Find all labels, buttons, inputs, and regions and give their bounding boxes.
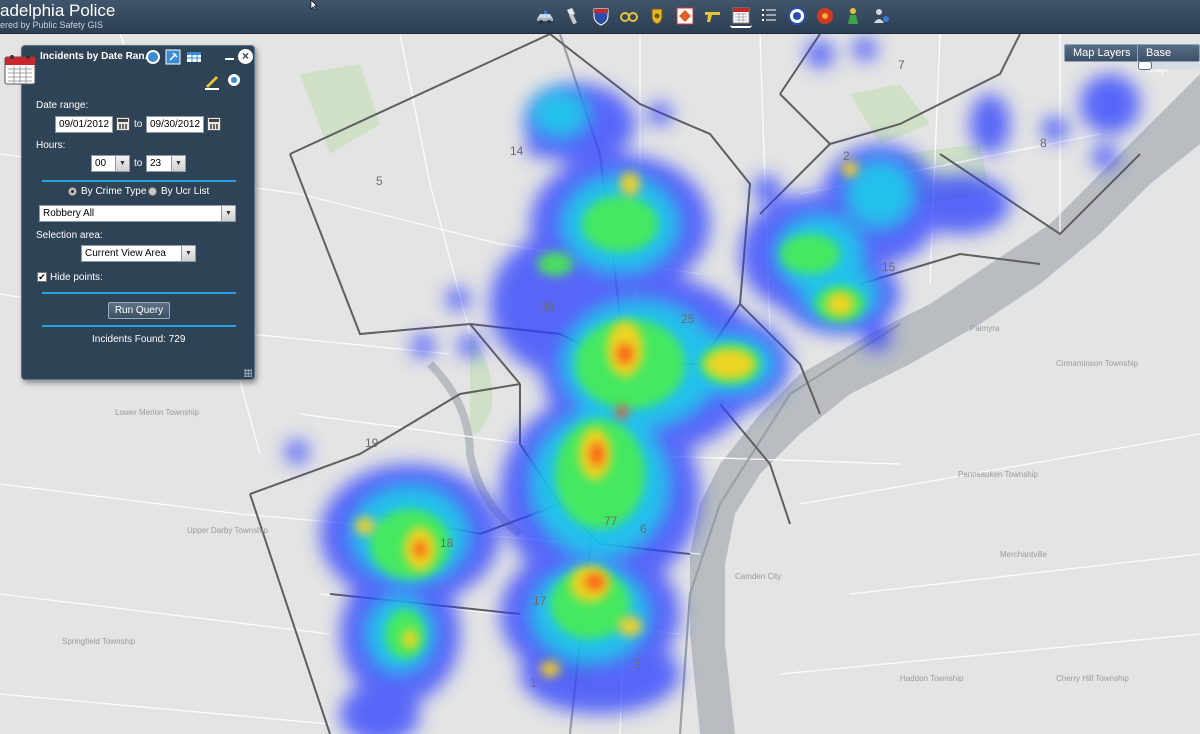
- incidents-found-text: Incidents Found: 729: [92, 334, 186, 345]
- calendar-icon[interactable]: [730, 4, 752, 28]
- chevron-down-icon[interactable]: ▼: [221, 206, 235, 221]
- district-label-3: 3: [634, 656, 641, 670]
- resize-grip[interactable]: [244, 369, 252, 377]
- calendar-icon: [4, 55, 36, 85]
- close-button[interactable]: ×: [238, 49, 253, 64]
- place-label-pennsauken: Pennsauken Township: [958, 470, 1038, 479]
- district-label-5: 5: [376, 174, 383, 188]
- date-to-label: to: [134, 119, 143, 130]
- date-to-calendar-icon[interactable]: [207, 117, 221, 131]
- district-label-2: 2: [843, 149, 850, 163]
- slider-handle[interactable]: [1138, 61, 1152, 70]
- district-label-25: 25: [681, 312, 695, 326]
- district-label-14: 14: [510, 144, 524, 158]
- date-from-calendar-icon[interactable]: [116, 117, 130, 131]
- place-label-cherry-hill: Cherry Hill Township: [1056, 674, 1129, 683]
- app-title: adelphia Police: [0, 1, 116, 20]
- sunburst-icon[interactable]: [814, 4, 836, 28]
- selection-area-label: Selection area:: [36, 230, 103, 241]
- map-layers-button[interactable]: Map Layers: [1064, 44, 1140, 62]
- query-tab-icon[interactable]: [203, 72, 221, 90]
- basemap-opacity-slider[interactable]: [1138, 61, 1200, 70]
- place-label-lower-merion: Lower Merion Township: [115, 408, 199, 417]
- seal-icon[interactable]: [786, 4, 808, 28]
- district-label-39: 39: [541, 300, 555, 314]
- date-to-field[interactable]: 09/30/2012: [146, 116, 204, 133]
- divider: [42, 325, 236, 327]
- divider: [42, 180, 236, 182]
- app-subtitle: ered by Public Safety GIS: [0, 20, 104, 30]
- district-label-6: 6: [640, 522, 647, 536]
- chevron-down-icon[interactable]: ▼: [171, 156, 185, 171]
- base-map-button[interactable]: Base Map: [1137, 44, 1200, 75]
- district-label-15: 15: [882, 260, 896, 274]
- crime-type-value: Robbery All: [43, 208, 95, 219]
- district-label-1: 1: [530, 676, 537, 690]
- district-label-77: 77: [604, 514, 618, 528]
- district-label-18: 18: [440, 536, 454, 550]
- badge-icon[interactable]: [646, 4, 668, 28]
- place-label-camden: Camden City: [735, 572, 782, 581]
- hours-to-label: to: [134, 158, 143, 169]
- place-label-cinnaminson: Cinnaminson Township: [1056, 359, 1139, 368]
- by-crime-type-label: By Crime Type: [81, 186, 147, 197]
- panel-header[interactable]: Incidents by Date Ran... ×: [22, 46, 254, 68]
- incidents-query-panel: Incidents by Date Ran... × Date range: 0…: [21, 45, 255, 380]
- district-label-17: 17: [533, 594, 547, 608]
- district-label-7: 7: [898, 58, 905, 72]
- panel-title: Incidents by Date Ran...: [40, 51, 153, 62]
- hour-from-select[interactable]: 00 ▼: [91, 155, 130, 172]
- warning-sign-icon[interactable]: [674, 4, 696, 28]
- help-icon[interactable]: [145, 49, 161, 65]
- hour-to-value: 23: [150, 158, 162, 169]
- table-view-icon[interactable]: [186, 49, 202, 65]
- divider: [42, 292, 236, 294]
- flashlight-icon[interactable]: [562, 4, 584, 28]
- hide-points-checkbox[interactable]: ✔: [37, 272, 47, 282]
- date-range-label: Date range:: [36, 100, 89, 111]
- selection-area-select[interactable]: Current View Area ▼: [81, 245, 196, 262]
- district-label-8: 8: [1040, 136, 1047, 150]
- chevron-down-icon[interactable]: ▼: [181, 246, 195, 261]
- app-header: adelphia Police ered by Public Safety GI…: [0, 0, 1200, 34]
- interstate-shield-icon[interactable]: [590, 4, 612, 28]
- chevron-down-icon[interactable]: ▼: [115, 156, 129, 171]
- crime-type-select[interactable]: Robbery All ▼: [39, 205, 236, 222]
- by-ucr-list-label: By Ucr List: [161, 186, 210, 197]
- mouse-cursor-icon: [310, 0, 318, 10]
- place-label-haddon: Haddon Township: [900, 674, 964, 683]
- hour-from-value: 00: [95, 158, 107, 169]
- run-query-button[interactable]: Run Query: [108, 302, 170, 319]
- place-label-merchantville: Merchantville: [1000, 550, 1048, 559]
- place-label-upper-darby: Upper Darby Township: [187, 526, 268, 535]
- place-label-springfield: Springfield Township: [62, 637, 136, 646]
- list-icon[interactable]: [758, 4, 780, 28]
- by-crime-type-radio[interactable]: [68, 187, 77, 196]
- gun-icon[interactable]: [702, 4, 724, 28]
- toolbar: [534, 4, 892, 28]
- results-tab-icon[interactable]: [225, 72, 243, 90]
- hide-points-label: Hide points:: [50, 272, 103, 283]
- place-label-palmyra: Palmyra: [970, 324, 1000, 333]
- district-label-19: 19: [365, 436, 379, 450]
- by-ucr-list-radio[interactable]: [148, 187, 157, 196]
- handcuffs-icon[interactable]: [618, 4, 640, 28]
- pin-icon[interactable]: [165, 49, 181, 65]
- person-award-icon[interactable]: [842, 4, 864, 28]
- selection-area-value: Current View Area: [85, 248, 166, 259]
- police-car-icon[interactable]: [534, 4, 556, 28]
- user-settings-icon[interactable]: [870, 4, 892, 28]
- hours-label: Hours:: [36, 140, 66, 151]
- hour-to-select[interactable]: 23 ▼: [146, 155, 186, 172]
- date-from-field[interactable]: 09/01/2012: [55, 116, 113, 133]
- minimize-button[interactable]: [225, 50, 234, 60]
